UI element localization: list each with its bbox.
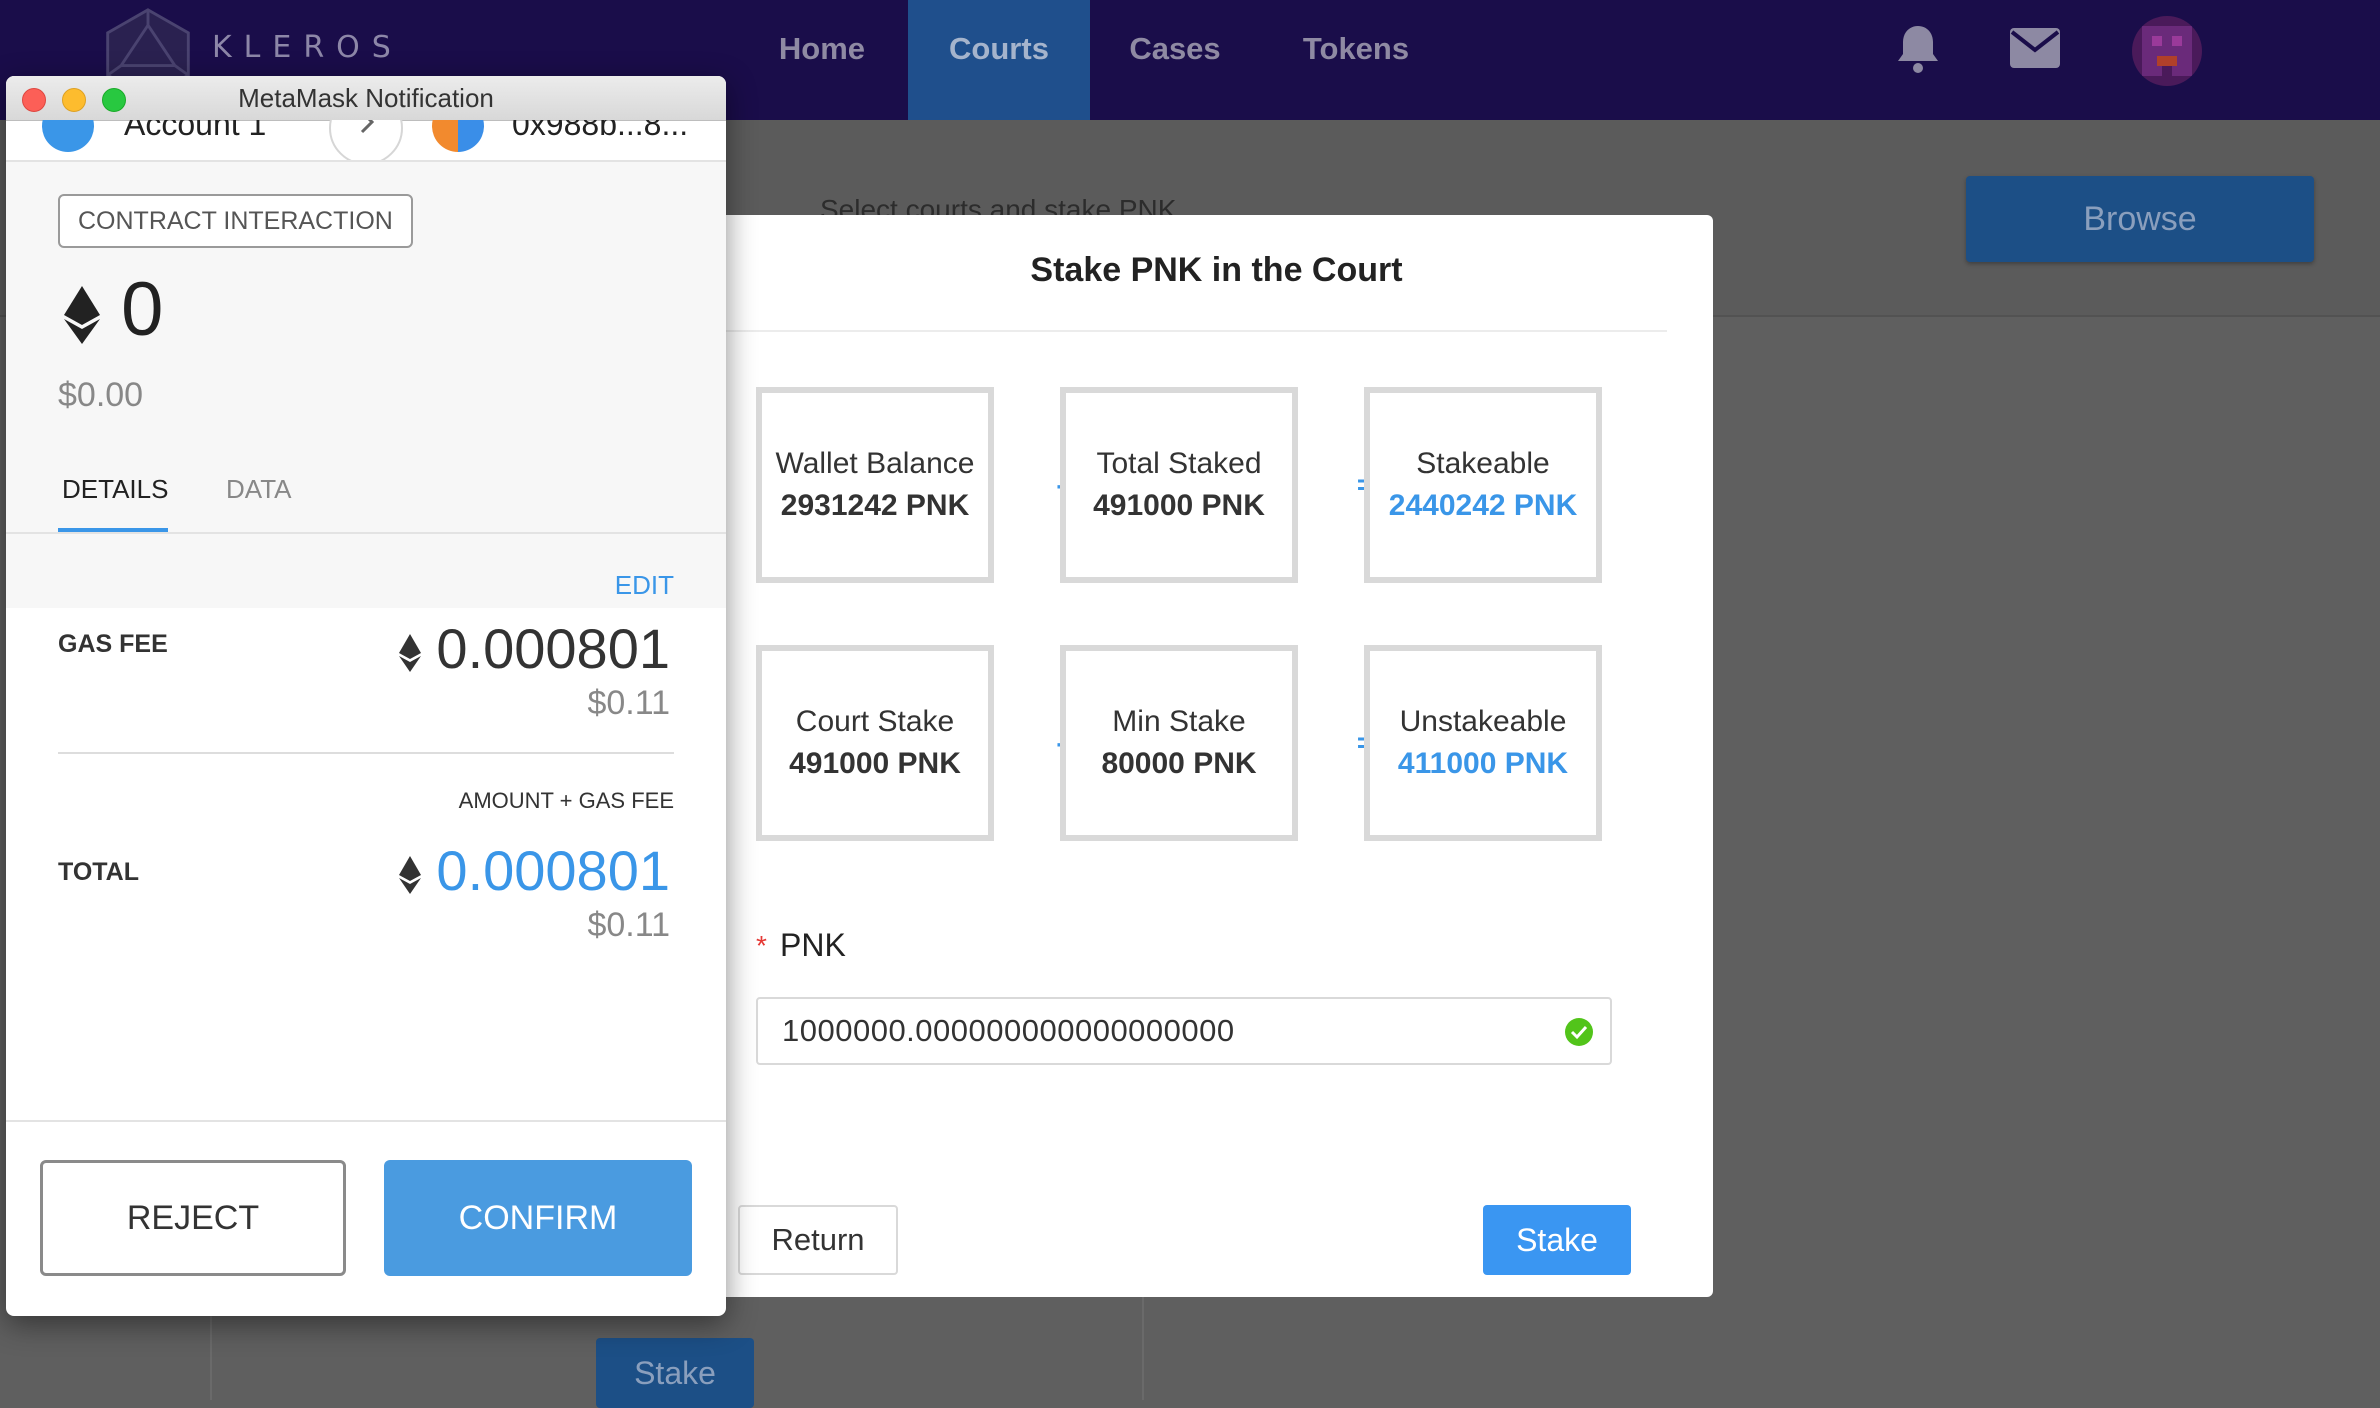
ethereum-icon [398,634,421,673]
eth-amount: 0 [64,266,163,353]
contract-interaction-tag: CONTRACT INTERACTION [58,194,413,248]
background-stake-button[interactable]: Stake [596,1338,754,1408]
wallet-balance-label: Wallet Balance [775,447,975,480]
bell-icon[interactable] [1894,22,1942,76]
total-staked-value: 491000 PNK [1093,489,1265,522]
user-avatar[interactable] [2132,16,2202,86]
gas-fee-amount: 0.000801 [398,616,670,681]
nav-tokens[interactable]: Tokens [1276,0,1436,120]
unstakeable-box: Unstakeable 411000 PNK [1364,645,1602,841]
gas-fee-usd: $0.11 [587,684,670,722]
total-value: 0.000801 [436,839,670,902]
nav-cases[interactable]: Cases [1100,0,1250,120]
total-staked-label: Total Staked [1096,447,1262,480]
from-account-avatar [42,120,94,152]
required-mark: * [756,930,767,961]
browse-button[interactable]: Browse [1966,176,2314,262]
total-usd: $0.11 [587,906,670,944]
modal-title: Stake PNK in the Court [1030,251,1403,289]
stakeable-value: 2440242 PNK [1388,489,1578,522]
unstakeable-label: Unstakeable [1399,705,1567,738]
check-circle-icon [1565,1018,1593,1046]
ethereum-icon [398,856,421,895]
usd-amount: $0.00 [58,376,144,414]
nav-home[interactable]: Home [742,0,902,120]
court-stake-label: Court Stake [795,705,955,738]
return-button[interactable]: Return [738,1205,898,1275]
gas-fee-value: 0.000801 [436,617,670,680]
tab-data[interactable]: DATA [226,474,291,505]
min-stake-value: 80000 PNK [1101,747,1257,780]
min-stake-box: Min Stake 80000 PNK [1060,645,1298,841]
avatar-pixel-icon [2142,26,2192,76]
stake-button[interactable]: Stake [1483,1205,1631,1275]
total-amount: 0.000801 [398,838,670,903]
total-staked-box: Total Staked 491000 PNK [1060,387,1298,583]
stake-modal: Stake PNK in the Court Wallet Balance 29… [720,215,1713,1297]
ethereum-icon [64,285,100,344]
gas-fee-label: GAS FEE [58,630,168,658]
footer-divider [6,1120,726,1122]
wallet-balance-box: Wallet Balance 2931242 PNK [756,387,994,583]
court-stake-value: 491000 PNK [789,747,961,780]
to-account-avatar [432,120,484,152]
confirm-button[interactable]: CONFIRM [384,1160,692,1276]
stakeable-box: Stakeable 2440242 PNK [1364,387,1602,583]
from-account-name: Account 1 [124,120,267,142]
to-account-address: 0x988b...8... [512,120,689,142]
mail-icon[interactable] [2010,28,2060,68]
window-titlebar: MetaMask Notification [6,76,726,121]
reject-button[interactable]: REJECT [40,1160,346,1276]
edit-gas-link[interactable]: EDIT [615,570,674,601]
section-divider [58,752,674,754]
min-stake-label: Min Stake [1112,705,1246,738]
account-header: Account 1 0x988b...8... [6,120,726,160]
pnk-amount-input[interactable]: 1000000.000000000000000000 [756,997,1612,1065]
unstakeable-value: 411000 PNK [1397,747,1569,780]
tab-details[interactable]: DETAILS [62,474,168,505]
nav-courts[interactable]: Courts [908,0,1090,120]
total-label: TOTAL [58,858,140,886]
tabs-divider [6,532,726,534]
pnk-amount-value: 1000000.000000000000000000 [782,1013,1235,1048]
metamask-window: MetaMask Notification Account 1 0x988b..… [6,76,726,1316]
pnk-input-label: PNK [780,927,846,963]
stakeable-label: Stakeable [1416,447,1550,480]
eth-amount-value: 0 [121,267,164,352]
window-title: MetaMask Notification [238,83,494,113]
kleros-logo-text: KLEROS [212,30,403,65]
modal-divider [720,330,1667,332]
amount-plus-gas-label: AMOUNT + GAS FEE [458,788,674,813]
wallet-balance-value: 2931242 PNK [780,489,970,522]
arrow-right-icon [329,120,403,160]
court-stake-box: Court Stake 491000 PNK [756,645,994,841]
